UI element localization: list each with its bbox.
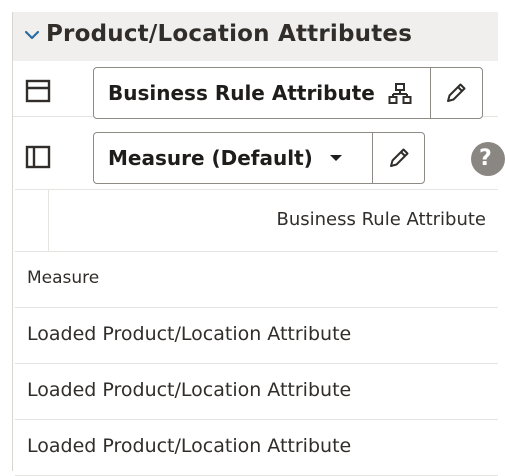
- row-header-cell: Measure: [27, 268, 100, 288]
- grid-header: Business Rule Attribute: [15, 189, 498, 252]
- caret-down-icon[interactable]: [329, 153, 343, 163]
- row-layout-select[interactable]: Business Rule Attribute: [93, 67, 483, 119]
- row-header-cell: Loaded Product/Location Attribute: [27, 323, 352, 345]
- measure-select[interactable]: Measure (Default): [93, 132, 425, 184]
- column-header[interactable]: Business Rule Attribute: [277, 209, 486, 230]
- column-layout-toolbar: Measure (Default) ?: [13, 126, 505, 184]
- table-row[interactable]: Loaded Product/Location Attribute: [15, 420, 498, 476]
- select-divider: [430, 68, 431, 118]
- table-row[interactable]: Loaded Product/Location Attribute: [15, 364, 498, 420]
- grid-corner-cell: [15, 190, 49, 252]
- product-location-attributes-panel: Product/Location Attributes Business Rul…: [12, 12, 505, 476]
- attributes-grid: Business Rule Attribute Measure Loaded P…: [15, 189, 498, 476]
- panel-header[interactable]: Product/Location Attributes: [13, 12, 498, 61]
- pencil-icon[interactable]: [387, 146, 411, 170]
- table-row[interactable]: Measure: [15, 252, 498, 308]
- row-layout-select-label: Business Rule Attribute: [108, 81, 375, 105]
- pencil-icon[interactable]: [444, 81, 468, 105]
- panel-title: Product/Location Attributes: [46, 21, 413, 47]
- hierarchy-icon[interactable]: [388, 82, 412, 106]
- row-header-cell: Loaded Product/Location Attribute: [27, 435, 352, 457]
- row-layout-toolbar: Business Rule Attribute: [13, 61, 498, 119]
- column-layout-icon: [25, 145, 51, 169]
- row-layout-icon: [25, 79, 51, 103]
- select-divider: [372, 133, 373, 183]
- row-header-cell: Loaded Product/Location Attribute: [27, 379, 352, 401]
- chevron-down-icon[interactable]: [22, 25, 42, 45]
- table-row[interactable]: Loaded Product/Location Attribute: [15, 308, 498, 364]
- measure-select-label: Measure (Default): [108, 146, 313, 170]
- help-icon[interactable]: ?: [471, 142, 505, 176]
